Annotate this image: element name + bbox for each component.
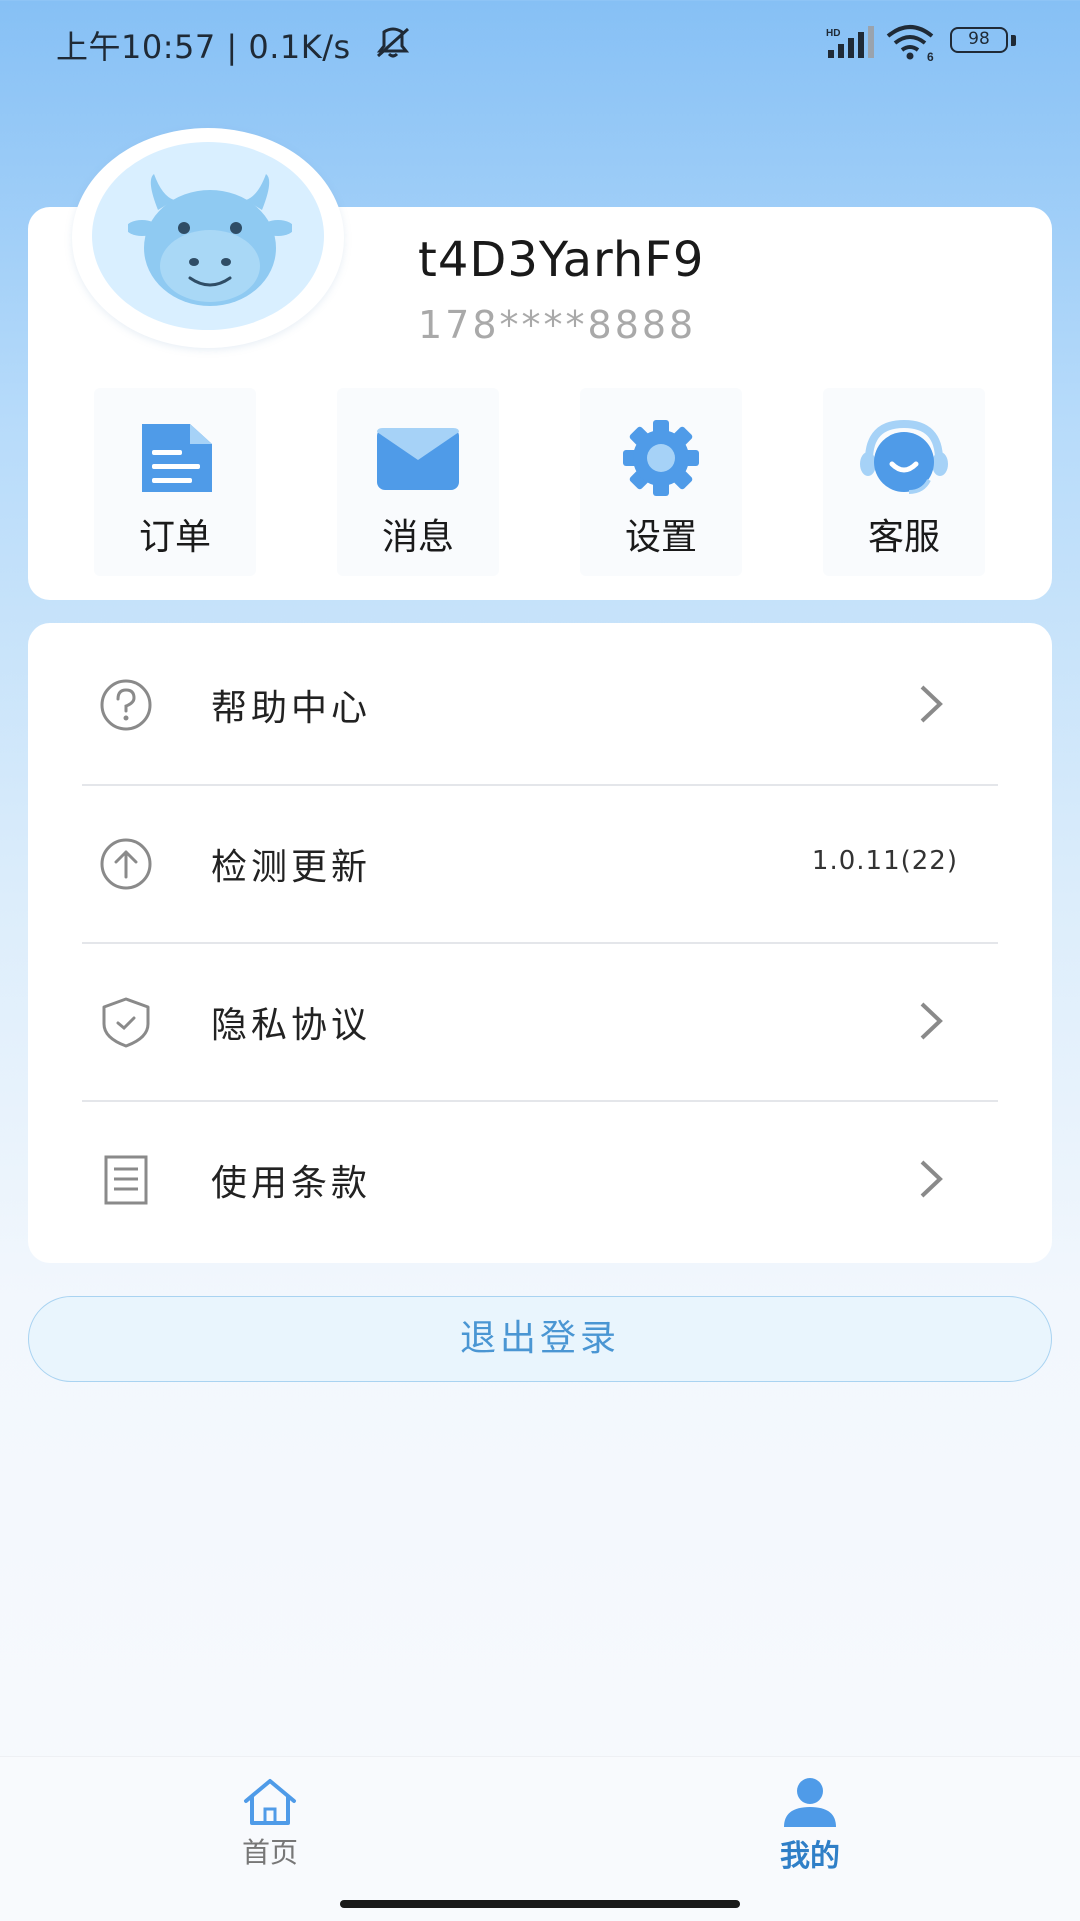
quick-action-label: 设置: [624, 517, 697, 558]
menu-item-label: 使用条款: [211, 1163, 372, 1204]
menu-item-help-center[interactable]: 帮助中心: [28, 623, 1052, 781]
bottom-tab-bar: 首页 我的: [0, 1756, 1080, 1921]
quick-action-messages[interactable]: 消息: [337, 388, 499, 576]
chevron-right-icon: [920, 1002, 943, 1040]
logout-button[interactable]: 退出登录: [28, 1296, 1052, 1382]
menu-item-check-update[interactable]: 检测更新 1.0.11(22): [28, 782, 1052, 940]
document-icon: [142, 424, 212, 492]
shield-icon: [102, 997, 150, 1048]
tab-label: 首页: [241, 1836, 298, 1869]
tab-home[interactable]: 首页: [170, 1757, 370, 1877]
menu-item-label: 检测更新: [211, 847, 372, 888]
menu-item-privacy-policy[interactable]: 隐私协议: [28, 940, 1052, 1098]
menu-card: 帮助中心 检测更新 1.0.11(22) 隐私协议 使用条款: [28, 623, 1052, 1263]
cow-avatar-icon: [128, 174, 292, 306]
quick-action-support[interactable]: 客服: [823, 388, 985, 576]
user-icon: [784, 1778, 836, 1827]
help-icon: [100, 679, 152, 731]
username: t4D3YarhF9: [418, 232, 705, 288]
chevron-right-icon: [920, 1160, 943, 1198]
headset-icon: [860, 419, 948, 494]
upgrade-icon: [100, 838, 152, 890]
quick-action-label: 订单: [138, 517, 211, 558]
menu-item-label: 隐私协议: [211, 1005, 372, 1046]
home-indicator[interactable]: [340, 1900, 740, 1908]
status-time: 上午10:57 | 0.1K/s: [56, 28, 351, 66]
terms-icon: [104, 1155, 148, 1205]
quick-action-label: 客服: [867, 517, 940, 558]
mute-icon: [376, 27, 410, 58]
quick-action-label: 消息: [381, 517, 454, 558]
menu-item-terms-of-use[interactable]: 使用条款: [28, 1098, 1052, 1256]
wifi-icon: 6: [886, 25, 934, 62]
menu-item-label: 帮助中心: [211, 688, 372, 729]
tab-profile[interactable]: 我的: [710, 1757, 910, 1877]
gear-icon: [623, 420, 699, 496]
quick-action-orders[interactable]: 订单: [94, 388, 256, 576]
signal-icon: HD: [826, 26, 874, 58]
mail-icon: [377, 428, 459, 490]
home-icon: [244, 1779, 296, 1825]
chevron-right-icon: [920, 685, 943, 723]
svg-text:HD: HD: [826, 28, 840, 39]
quick-action-settings[interactable]: 设置: [580, 388, 742, 576]
battery-icon: 98: [950, 27, 1020, 57]
phone-number: 178****8888: [418, 303, 697, 347]
version-value: 1.0.11(22): [811, 846, 958, 876]
status-bar: 上午10:57 | 0.1K/s HD 6 98: [0, 0, 1080, 84]
svg-text:6: 6: [927, 50, 934, 62]
tab-label: 我的: [780, 1839, 840, 1874]
battery-level: 98: [950, 27, 1008, 53]
